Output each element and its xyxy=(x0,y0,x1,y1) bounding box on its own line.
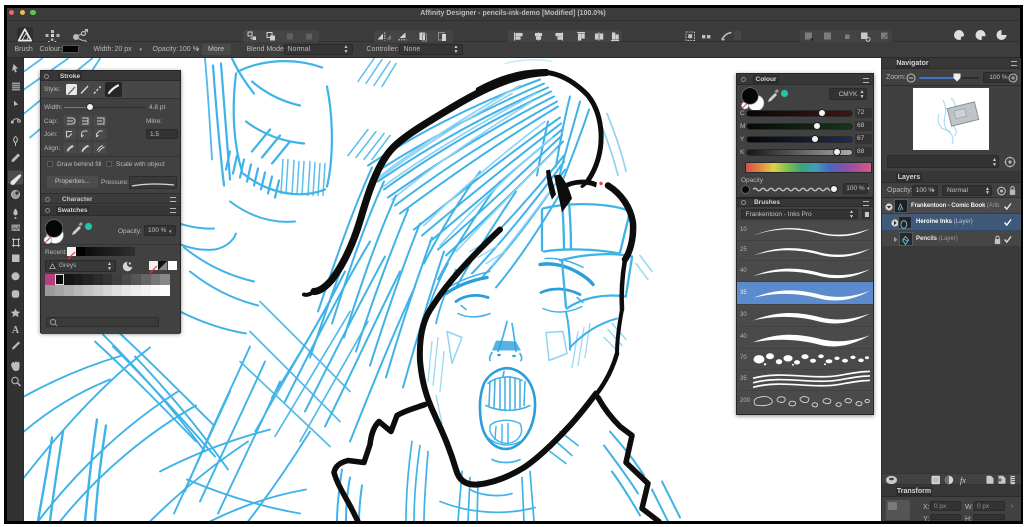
svg-text:fx: fx xyxy=(960,476,966,485)
svg-text:A: A xyxy=(11,325,19,336)
